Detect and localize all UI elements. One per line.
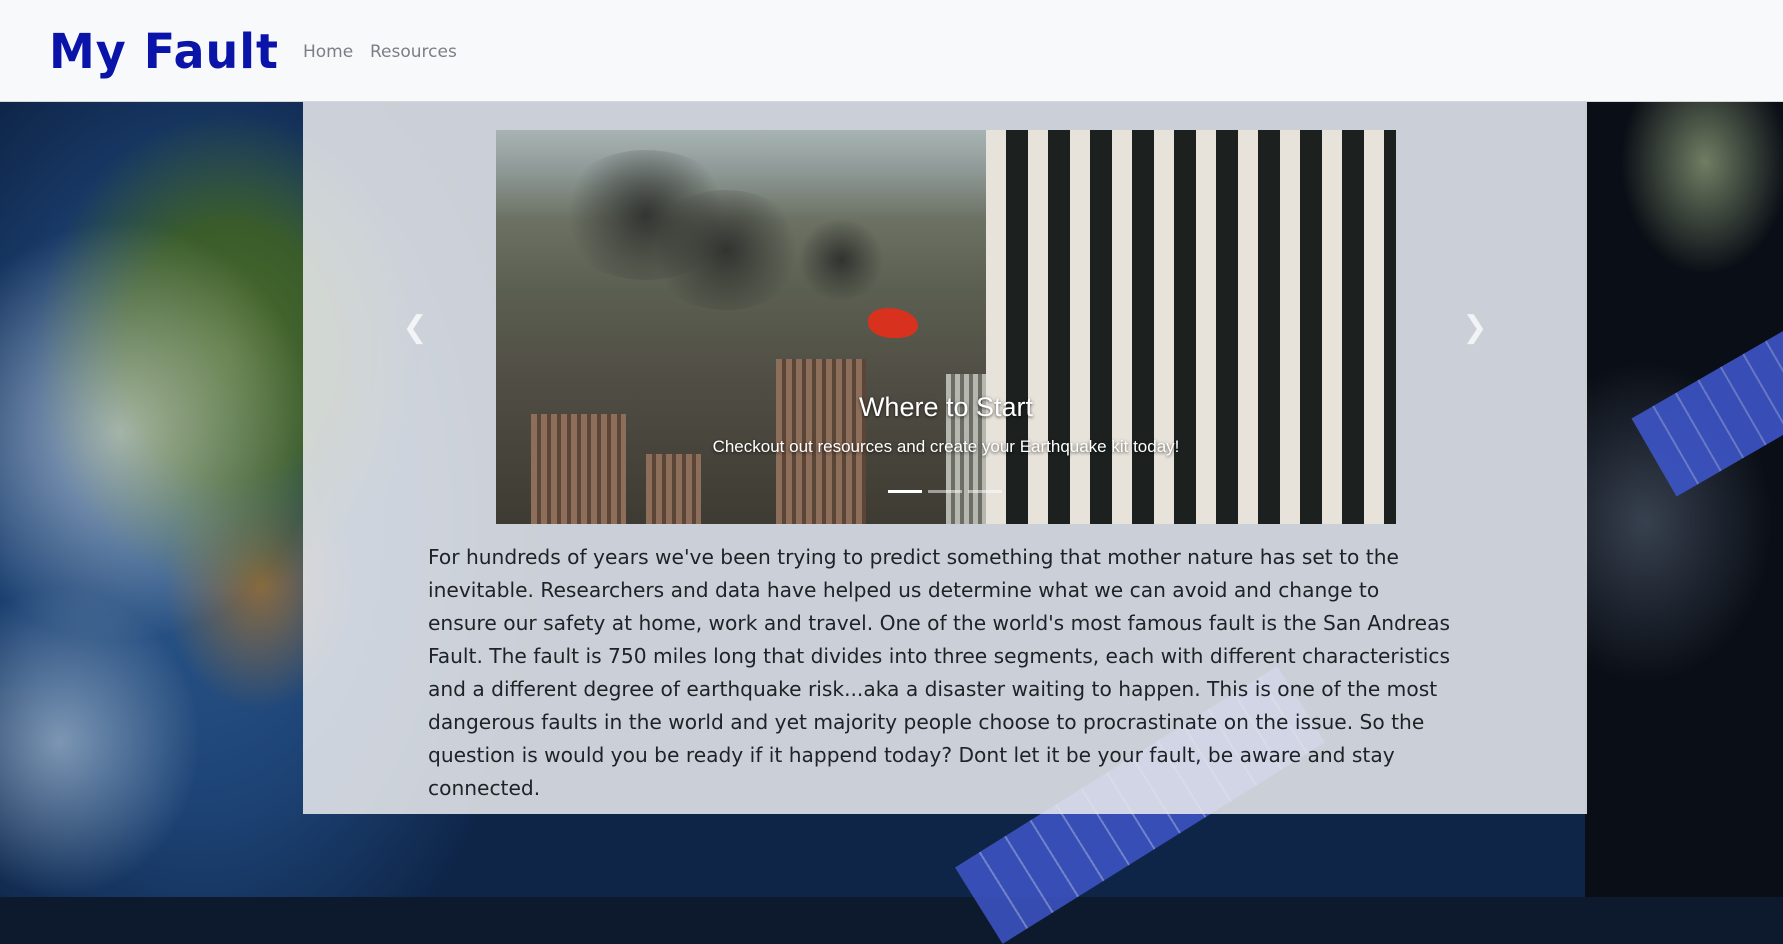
nav-link-resources[interactable]: Resources (370, 42, 457, 62)
intro-paragraph: For hundreds of years we've been trying … (428, 545, 1450, 800)
space-background (1585, 102, 1783, 897)
carousel-caption-text: Checkout out resources and create your E… (712, 437, 1180, 456)
ruined-building (531, 414, 626, 524)
navbar: My Fault Home Resources (0, 0, 1783, 102)
ruined-building (646, 454, 701, 524)
carousel-indicators (888, 490, 1002, 494)
carousel-indicator-1[interactable] (888, 490, 922, 493)
chevron-left-icon: ❮ (402, 310, 428, 345)
carousel-indicator-3[interactable] (968, 490, 1002, 493)
carousel-indicator-2[interactable] (928, 490, 962, 493)
carousel-next-button[interactable]: ❯ (1445, 300, 1505, 356)
smoke-cloud (796, 220, 886, 300)
chevron-right-icon: ❯ (1462, 310, 1488, 345)
skyscraper (986, 130, 1396, 524)
smoke-cloud (646, 190, 806, 310)
carousel-slide-image (496, 130, 1396, 524)
helicopter (868, 308, 918, 338)
hero-carousel: Where to Start Checkout out resources an… (496, 130, 1396, 524)
carousel-prev-button[interactable]: ❮ (385, 300, 445, 356)
brand-logo[interactable]: My Fault (49, 23, 279, 80)
carousel-caption-title: Where to Start (858, 392, 1034, 422)
nav-link-home[interactable]: Home (303, 42, 353, 62)
